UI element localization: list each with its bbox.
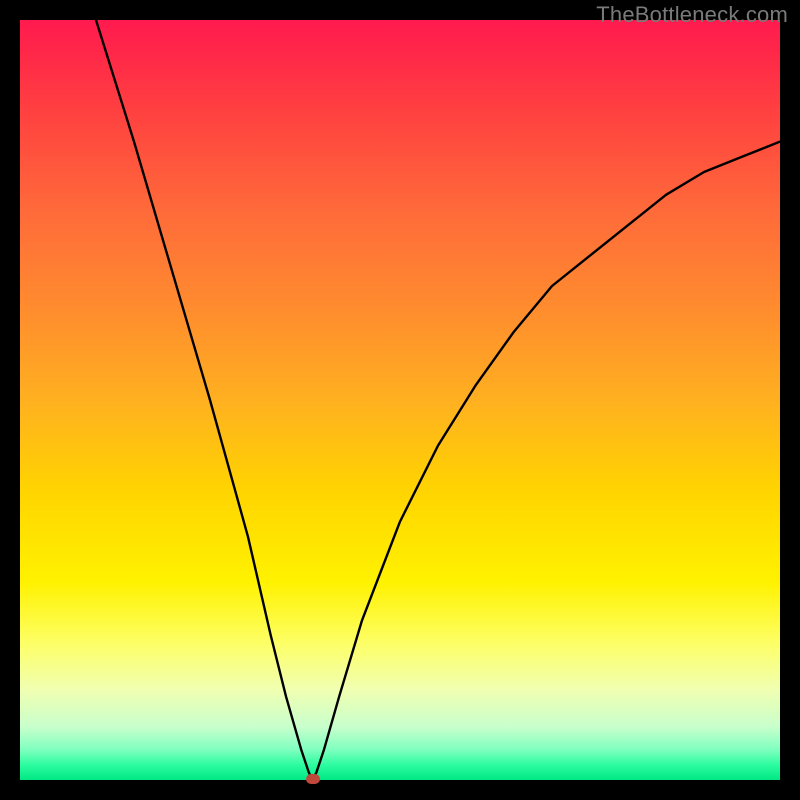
chart-plot-area bbox=[20, 20, 780, 780]
watermark-text: TheBottleneck.com bbox=[596, 2, 788, 28]
bottleneck-curve bbox=[20, 20, 780, 780]
optimum-marker bbox=[306, 774, 320, 784]
